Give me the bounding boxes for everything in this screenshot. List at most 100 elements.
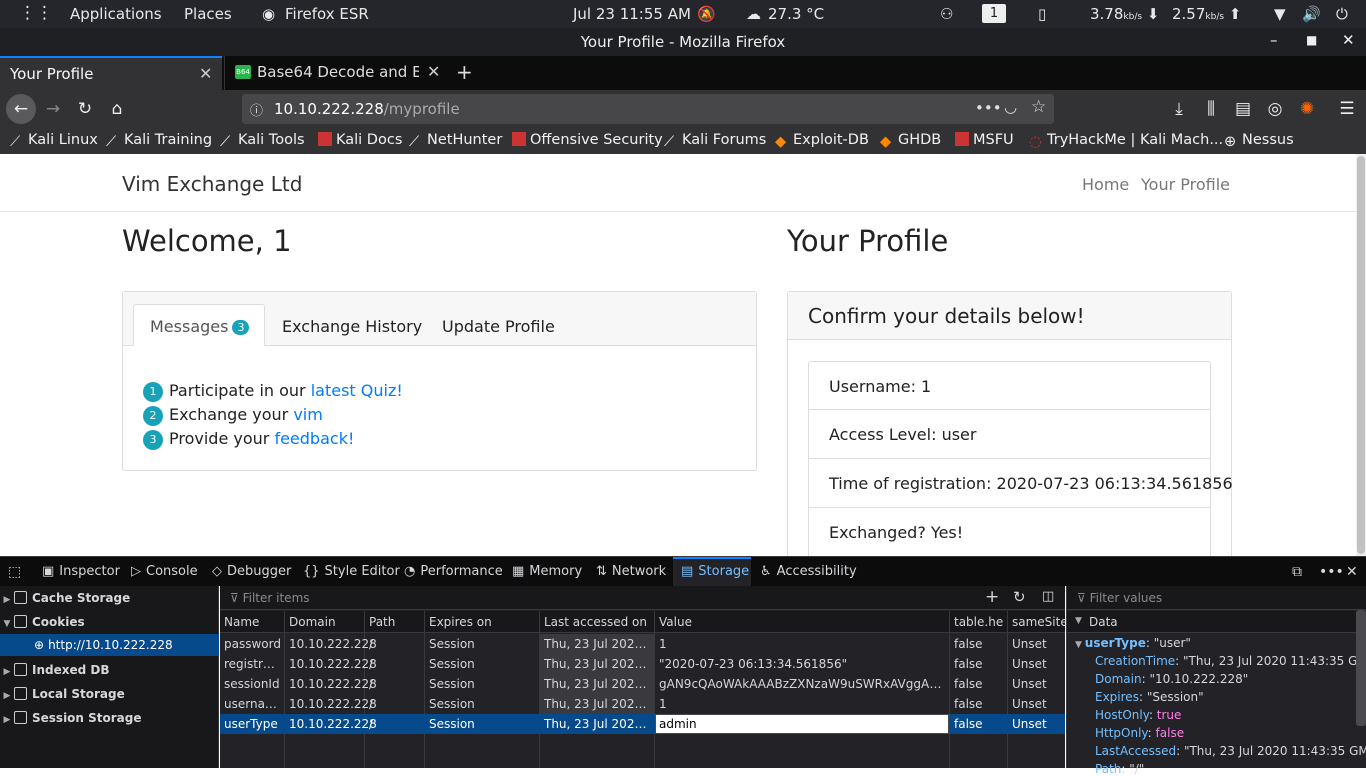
bookmark-offensive-security[interactable]: Offensive Security [512, 132, 663, 148]
tree-local-storage[interactable]: ▶ Local Storage [0, 683, 219, 705]
firefox-app-menu[interactable]: Firefox ESR [285, 5, 369, 23]
site-brand[interactable]: Vim Exchange Ltd [122, 172, 302, 196]
bookmark-kali-training[interactable]: ⟋ Kali Training [106, 132, 212, 150]
volume-icon[interactable]: 🔊 [1302, 5, 1321, 23]
site-info-icon[interactable]: ⓘ [250, 100, 263, 119]
applications-menu[interactable]: Applications [70, 5, 162, 23]
column-header-path[interactable]: Path [369, 615, 395, 629]
latest-quiz-link[interactable]: latest Quiz! [311, 381, 403, 400]
bookmark-star-icon[interactable]: ☆ [1031, 97, 1046, 117]
bookmark-nethunter[interactable]: ⟋ NetHunter [409, 132, 502, 150]
column-header-domain[interactable]: Domain [289, 615, 336, 629]
menu-hamburger-icon[interactable]: ☰ [1334, 96, 1360, 122]
devtools-tab-network[interactable]: ⇅ Network [596, 557, 666, 587]
column-header-expires[interactable]: Expires on [429, 615, 492, 629]
nav-profile-link[interactable]: Your Profile [1141, 175, 1230, 194]
clock[interactable]: Jul 23 11:55 AM [573, 5, 691, 23]
people-icon[interactable]: ⚇ [940, 5, 953, 23]
expand-arrow-icon[interactable]: ▶ [0, 589, 14, 611]
account-icon[interactable]: ◎ [1262, 96, 1288, 122]
bookmark-kali-tools[interactable]: ⟋ Kali Tools [220, 132, 305, 150]
devtools-tab-console[interactable]: ▷ Console [131, 557, 198, 587]
collapse-arrow-icon[interactable]: ▼ [1075, 640, 1085, 650]
nav-home-link[interactable]: Home [1082, 175, 1129, 194]
close-tab-icon[interactable]: ✕ [199, 64, 212, 83]
tree-cache-storage[interactable]: ▶ Cache Storage [0, 587, 219, 609]
library-icon[interactable]: ⫼ [1198, 96, 1224, 122]
close-devtools-icon[interactable]: ✕ [1346, 557, 1358, 587]
devtools-menu-icon[interactable]: ••• [1319, 557, 1344, 587]
url-text[interactable]: 10.10.222.228/myprofile [274, 100, 460, 118]
bookmark-exploit-db[interactable]: ◆ Exploit-DB [775, 132, 869, 150]
expand-arrow-icon[interactable]: ▶ [0, 709, 14, 731]
tree-session-storage[interactable]: ▶ Session Storage [0, 707, 219, 729]
vim-link[interactable]: vim [293, 405, 323, 424]
power-icon[interactable]: ⏻ [1336, 5, 1348, 23]
column-header-table-header[interactable]: table.he... [954, 615, 1004, 629]
table-row-selected[interactable]: userType 10.10.222.228 / Session Thu, 23… [220, 714, 1065, 734]
expand-arrow-icon[interactable]: ▶ [0, 685, 14, 707]
forward-button[interactable]: → [40, 96, 66, 122]
url-bar[interactable]: ⓘ 10.10.222.228/myprofile ••• ◡ ☆ [242, 94, 1054, 124]
bookmark-ghdb[interactable]: ◆ GHDB [880, 132, 941, 150]
weather-temperature[interactable]: 27.3 °C [768, 5, 824, 23]
workspace-indicator[interactable]: 1 [982, 4, 1006, 23]
app-grid-icon[interactable]: ⋮⋮ [19, 3, 53, 23]
cell-value-editing[interactable]: admin [659, 717, 697, 731]
tree-cookie-host[interactable]: ⊕ http://10.10.222.228 [0, 634, 219, 656]
filter-items-input[interactable]: ⊽ Filter items [230, 591, 310, 605]
expand-arrow-icon[interactable]: ▶ [0, 661, 14, 683]
extension-icon[interactable]: ✺ [1294, 96, 1320, 122]
minimize-button[interactable]: – [1270, 31, 1278, 49]
bell-muted-icon[interactable]: 🔕 [697, 5, 716, 23]
tab-base64[interactable]: B64 Base64 Decode and Enco ✕ [224, 56, 446, 90]
back-button[interactable]: ← [6, 94, 36, 124]
bookmark-nessus[interactable]: ⊕ Nessus [1224, 132, 1294, 150]
scrollbar-thumb[interactable] [1357, 156, 1365, 554]
table-row[interactable]: password 10.10.222.228 / Session Thu, 23… [220, 634, 1065, 654]
add-item-icon[interactable]: + [985, 587, 999, 607]
bookmark-kali-linux[interactable]: ⟋ Kali Linux [10, 132, 98, 150]
devtools-tab-performance[interactable]: ◔ Performance [404, 557, 503, 587]
wifi-icon[interactable]: ▼ [1274, 5, 1286, 23]
feedback-link[interactable]: feedback! [274, 429, 354, 448]
close-tab-icon[interactable]: ✕ [427, 62, 440, 81]
devtools-tab-inspector[interactable]: ▣ Inspector [42, 557, 120, 587]
bookmark-tryhackme[interactable]: ◌ TryHackMe | Kali Mach... [1029, 132, 1223, 150]
devtools-tab-memory[interactable]: ▦ Memory [512, 557, 582, 587]
sidebar-scrollbar[interactable] [1356, 610, 1366, 726]
new-tab-icon[interactable]: + [456, 60, 473, 84]
tab-messages[interactable]: Messages 3 [133, 304, 265, 346]
page-actions-icon[interactable]: ••• [975, 99, 1002, 117]
column-header-name[interactable]: Name [224, 615, 259, 629]
toggle-sidebar-icon[interactable]: ◫ [1042, 589, 1054, 604]
column-header-value[interactable]: Value [659, 615, 692, 629]
close-window-button[interactable]: ✕ [1342, 31, 1355, 49]
clipboard-icon[interactable]: ▯ [1038, 5, 1046, 23]
devtools-tab-storage[interactable]: ▤ Storage [673, 557, 751, 587]
bookmark-msfu[interactable]: MSFU [955, 132, 1014, 148]
dock-toggle-icon[interactable]: ⧉ [1292, 557, 1302, 587]
table-row[interactable]: registrati... 10.10.222.228 / Session Th… [220, 654, 1065, 674]
devtools-tab-accessibility[interactable]: ♿ Accessibility [760, 557, 857, 587]
tab-your-profile[interactable]: Your Profile ✕ [0, 56, 222, 90]
column-header-last-accessed[interactable]: Last accessed on [544, 615, 647, 629]
tree-indexed-db[interactable]: ▶ Indexed DB [0, 659, 219, 681]
bookmark-kali-forums[interactable]: ⟋ Kali Forums [664, 132, 766, 150]
tree-cookies[interactable]: ▼ Cookies [0, 611, 219, 633]
refresh-items-icon[interactable]: ↻ [1013, 588, 1026, 606]
column-header-samesite[interactable]: sameSite [1012, 615, 1068, 629]
sidebar-icon[interactable]: ▤ [1230, 96, 1256, 122]
filter-values-input[interactable]: ⊽ Filter values [1077, 591, 1162, 605]
sidebar-key-row[interactable]: ▼ userType: "user" [1075, 636, 1191, 650]
devtools-tab-debugger[interactable]: ◇ Debugger [212, 557, 291, 587]
page-scrollbar[interactable] [1356, 154, 1366, 556]
downloads-icon[interactable]: ⤓ [1166, 96, 1192, 122]
table-row[interactable]: username 10.10.222.228 / Session Thu, 23… [220, 694, 1065, 714]
places-menu[interactable]: Places [184, 5, 232, 23]
devtools-tab-style-editor[interactable]: {} Style Editor [303, 557, 400, 587]
collapse-arrow-icon[interactable]: ▼ [1075, 616, 1082, 626]
bookmark-kali-docs[interactable]: Kali Docs [318, 132, 402, 148]
collapse-arrow-icon[interactable]: ▼ [0, 613, 14, 635]
pick-element-icon[interactable]: ⬚ [8, 557, 21, 587]
